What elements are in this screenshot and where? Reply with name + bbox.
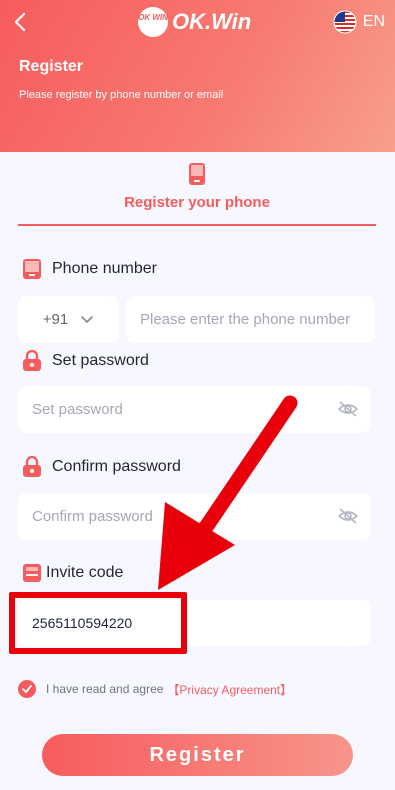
confirm-password-input-box xyxy=(18,493,371,540)
agree-checkbox[interactable] xyxy=(18,680,36,698)
invite-icon xyxy=(23,564,41,582)
tab-register-phone[interactable]: Register your phone xyxy=(18,158,376,228)
page-title: Register xyxy=(19,58,84,75)
language-selector[interactable]: EN xyxy=(333,10,385,34)
country-code-select[interactable]: +91 xyxy=(18,296,119,343)
eye-off-icon[interactable] xyxy=(337,400,359,418)
invite-code-label-text: Invite code xyxy=(46,564,124,581)
password-input[interactable] xyxy=(18,386,371,433)
header: OK WIN OK.Win EN Register Please registe… xyxy=(0,0,395,152)
back-button[interactable] xyxy=(10,10,32,34)
agreement-row: I have read and agree 【Privacy Agreement… xyxy=(18,680,292,698)
country-code-value: +91 xyxy=(42,311,69,328)
logo-badge-text: OK WIN xyxy=(138,13,168,22)
password-label: Set password xyxy=(22,350,149,372)
brand-name: OK.Win xyxy=(172,9,252,34)
tab-underline xyxy=(18,224,376,226)
register-button[interactable]: Register xyxy=(42,734,353,776)
lock-icon xyxy=(23,350,41,371)
phone-input[interactable] xyxy=(126,296,375,343)
highlight-box xyxy=(9,592,187,654)
password-input-box xyxy=(18,386,371,433)
invite-code-label: Invite code xyxy=(22,562,123,584)
confirm-password-label-text: Confirm password xyxy=(52,458,181,475)
brand-logo: OK WIN OK.Win xyxy=(138,6,251,38)
tab-label: Register your phone xyxy=(124,194,270,211)
us-flag-icon xyxy=(333,10,357,34)
privacy-agreement-link[interactable]: 【Privacy Agreement】 xyxy=(167,681,292,698)
page-subtitle: Please register by phone number or email xyxy=(19,89,224,101)
phone-label: Phone number xyxy=(22,258,157,280)
chevron-down-icon xyxy=(81,315,94,323)
phone-icon xyxy=(23,259,41,279)
agreement-text: I have read and agree xyxy=(46,682,164,696)
language-label: EN xyxy=(362,13,385,30)
check-icon xyxy=(22,685,32,693)
logo-badge: OK WIN xyxy=(138,7,168,37)
confirm-password-label: Confirm password xyxy=(22,456,181,478)
eye-off-icon[interactable] xyxy=(337,507,359,525)
confirm-password-input[interactable] xyxy=(18,493,371,540)
phone-icon xyxy=(189,163,205,185)
phone-label-text: Phone number xyxy=(52,260,157,277)
chevron-left-icon xyxy=(14,12,26,32)
password-label-text: Set password xyxy=(52,352,149,369)
phone-input-box xyxy=(126,296,375,343)
lock-icon xyxy=(23,456,41,477)
